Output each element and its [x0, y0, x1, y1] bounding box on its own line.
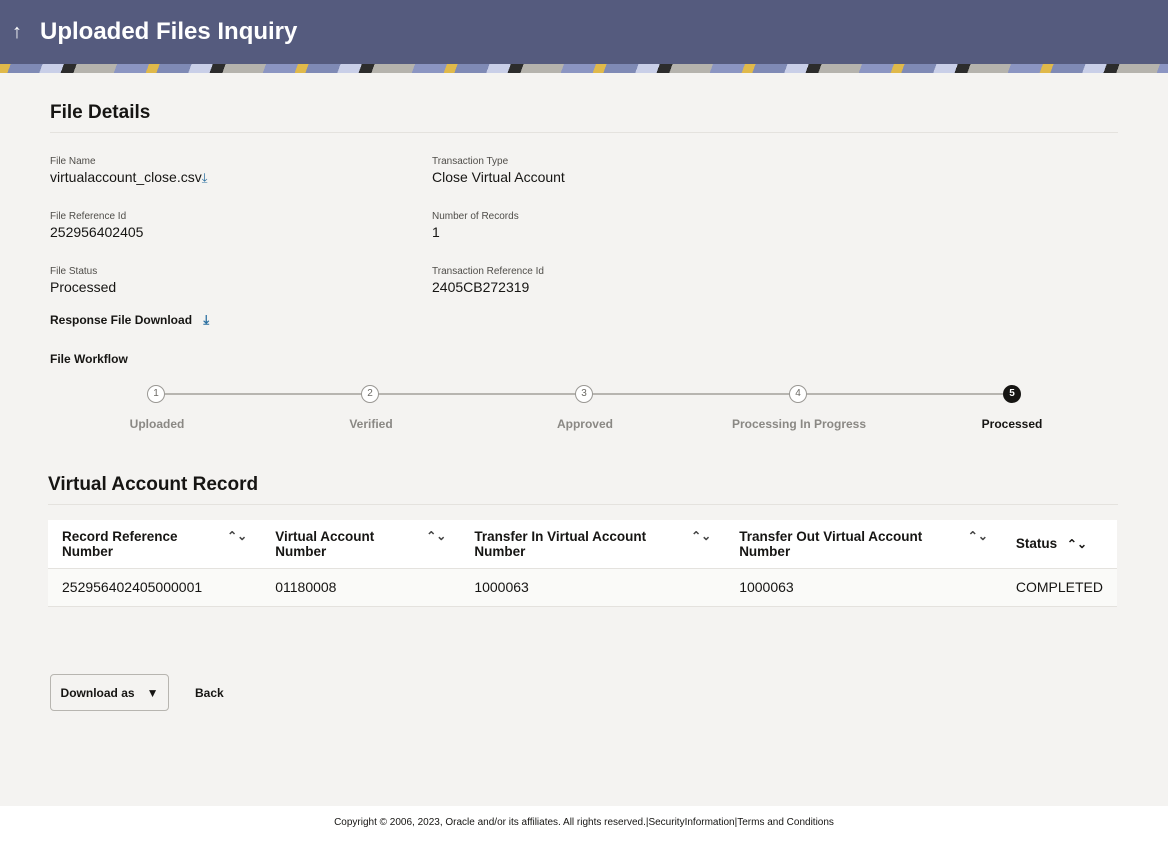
- back-arrow-icon[interactable]: ↑: [12, 21, 22, 44]
- file-name-field: File Name virtualaccount_close.csv⤓: [50, 156, 208, 186]
- header-label: Transfer Out Virtual Account Number: [739, 529, 922, 559]
- label: Transaction Type: [432, 156, 565, 167]
- table-row: 252956402405000001 01180008 1000063 1000…: [48, 568, 1117, 606]
- column-header[interactable]: ⌃⌄ Record Reference Number: [48, 520, 261, 568]
- value: 1: [432, 224, 519, 240]
- label: Transaction Reference Id: [432, 266, 544, 277]
- button-label: Download as: [61, 686, 135, 700]
- records-field: Number of Records 1: [432, 211, 519, 240]
- workflow-step: 3: [575, 385, 593, 403]
- cell: 01180008: [261, 568, 460, 606]
- sort-icon[interactable]: ⌃⌄: [227, 529, 247, 543]
- table-header-row: ⌃⌄ Record Reference Number ⌃⌄ Virtual Acco…: [48, 520, 1117, 568]
- workflow-label: Verified: [291, 417, 451, 431]
- copyright: Copyright © 2006, 2023, Oracle and/or it…: [334, 817, 648, 828]
- column-header[interactable]: Status ⌃⌄: [1002, 520, 1117, 568]
- security-link[interactable]: SecurityInformation: [648, 817, 734, 828]
- footer: Copyright © 2006, 2023, Oracle and/or it…: [0, 806, 1168, 854]
- sort-icon[interactable]: ⌃⌄: [1067, 537, 1087, 551]
- response-file-download[interactable]: Response File Download ⤓: [50, 312, 209, 328]
- transaction-type-field: Transaction Type Close Virtual Account: [432, 156, 565, 185]
- download-icon[interactable]: ⤓: [203, 312, 209, 327]
- file-status-field: File Status Processed: [50, 266, 116, 295]
- header-label: Record Reference Number: [62, 529, 178, 559]
- terms-link[interactable]: Terms and Conditions: [737, 817, 834, 828]
- column-header[interactable]: ⌃⌄ Virtual Account Number: [261, 520, 460, 568]
- record-header: Virtual Account Record: [48, 474, 1118, 505]
- download-as-button[interactable]: Download as ▼: [50, 674, 169, 711]
- workflow-step: 1: [147, 385, 165, 403]
- txn-ref-field: Transaction Reference Id 2405CB272319: [432, 266, 544, 295]
- column-header[interactable]: ⌃⌄ Transfer Out Virtual Account Number: [725, 520, 1002, 568]
- value: 2405CB272319: [432, 279, 544, 295]
- cell: 1000063: [725, 568, 1002, 606]
- workflow-label: Processing In Progress: [719, 417, 879, 431]
- workflow-step: 2: [361, 385, 379, 403]
- section-title: Virtual Account Record: [48, 474, 1118, 496]
- page-header: ↑ Uploaded Files Inquiry: [0, 0, 1168, 64]
- value: Close Virtual Account: [432, 169, 565, 185]
- label: File Reference Id: [50, 211, 143, 222]
- file-details-header: File Details: [50, 102, 1118, 133]
- cell: 1000063: [460, 568, 725, 606]
- back-button[interactable]: Back: [195, 686, 224, 700]
- workflow-label: Approved: [505, 417, 665, 431]
- page-title: Uploaded Files Inquiry: [40, 18, 297, 46]
- sort-icon[interactable]: ⌃⌄: [968, 529, 988, 543]
- value: 252956402405: [50, 224, 143, 240]
- workflow-step-current: 5: [1003, 385, 1021, 403]
- workflow-label: File Workflow: [50, 352, 128, 366]
- sort-icon[interactable]: ⌃⌄: [426, 529, 446, 543]
- sort-icon[interactable]: ⌃⌄: [691, 529, 711, 543]
- workflow-label: Uploaded: [77, 417, 237, 431]
- value: virtualaccount_close.csv: [50, 169, 202, 185]
- label: File Status: [50, 266, 116, 277]
- workflow-label: Processed: [932, 417, 1092, 431]
- value: Processed: [50, 279, 116, 295]
- header-label: Transfer In Virtual Account Number: [474, 529, 646, 559]
- caret-down-icon: ▼: [147, 686, 159, 700]
- label: File Name: [50, 156, 208, 167]
- record-table: ⌃⌄ Record Reference Number ⌃⌄ Virtual Acco…: [48, 520, 1117, 607]
- label: Number of Records: [432, 211, 519, 222]
- label: Response File Download: [50, 313, 192, 327]
- column-header[interactable]: ⌃⌄ Transfer In Virtual Account Number: [460, 520, 725, 568]
- header-label: Virtual Account Number: [275, 529, 374, 559]
- cell: COMPLETED: [1002, 568, 1117, 606]
- header-label: Status: [1016, 536, 1057, 551]
- download-icon[interactable]: ⤓: [202, 170, 208, 185]
- section-title: File Details: [50, 102, 1118, 124]
- workflow-step: 4: [789, 385, 807, 403]
- header-pattern: [0, 64, 1168, 73]
- cell: 252956402405000001: [48, 568, 261, 606]
- file-ref-field: File Reference Id 252956402405: [50, 211, 143, 240]
